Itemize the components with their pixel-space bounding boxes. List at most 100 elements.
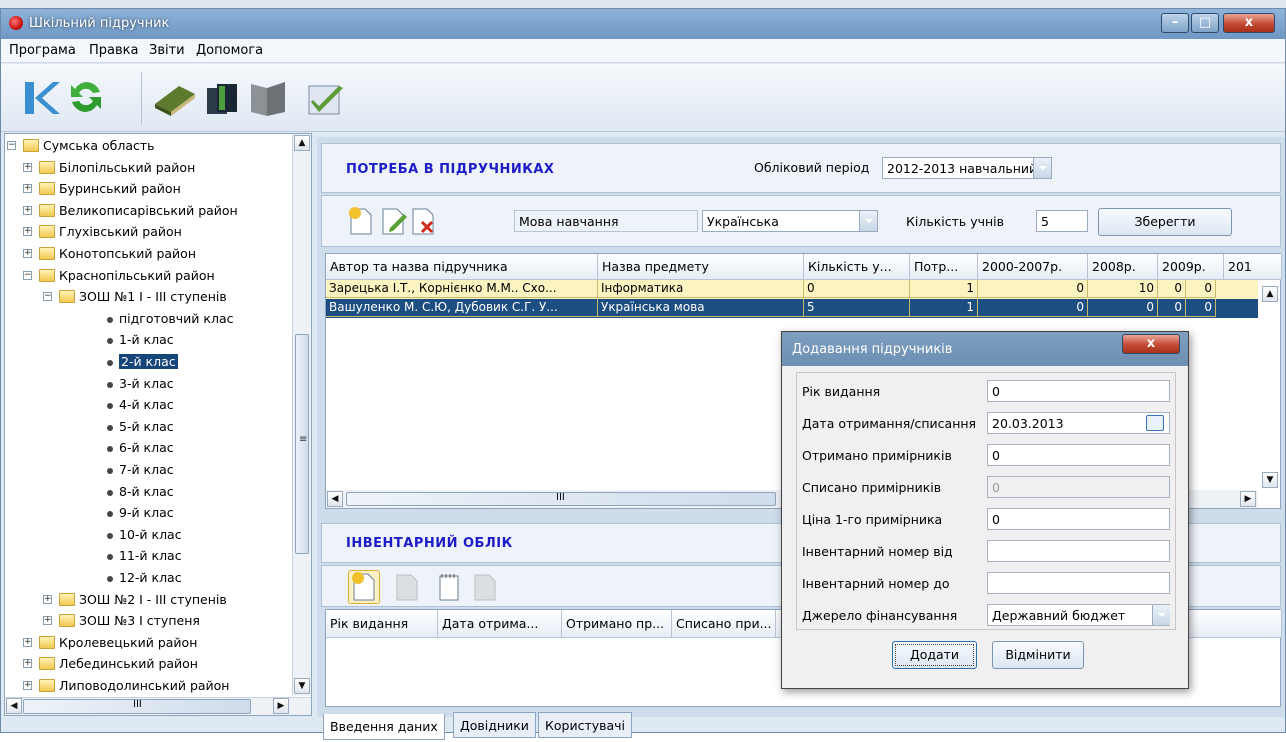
- scroll-up-icon[interactable]: ▲: [294, 135, 310, 151]
- new-doc-icon[interactable]: [348, 570, 380, 604]
- grid-column-header[interactable]: 2000-2007р.: [978, 254, 1088, 280]
- tree-class[interactable]: 7-й клас: [119, 462, 174, 477]
- grid-vscrollbar[interactable]: ▲ ▼: [1260, 280, 1280, 508]
- tree-class-selected[interactable]: 2-й клас: [119, 354, 178, 369]
- period-select[interactable]: 2012-2013 навчальний рік: [882, 157, 1052, 179]
- scroll-left-icon[interactable]: ◀: [6, 698, 22, 714]
- calendar-icon[interactable]: [1146, 415, 1164, 431]
- inv-from-input[interactable]: [987, 540, 1170, 562]
- tree-district[interactable]: Конотопський район: [59, 246, 196, 261]
- tree-school[interactable]: ЗОШ №3 І ступеня: [79, 613, 200, 628]
- collapse-icon[interactable]: −: [7, 141, 16, 150]
- funding-select[interactable]: Державний бюджет: [987, 604, 1170, 626]
- tree-root[interactable]: Сумська область: [43, 138, 155, 153]
- refresh-icon[interactable]: [65, 76, 107, 118]
- delete-doc-icon[interactable]: [472, 572, 498, 602]
- delete-doc-icon[interactable]: [410, 206, 438, 236]
- tree-class[interactable]: 8-й клас: [119, 484, 174, 499]
- tree-class[interactable]: 4-й клас: [119, 397, 174, 412]
- tree-district[interactable]: Кролевецький район: [59, 635, 197, 650]
- menu-program[interactable]: Програма: [9, 43, 76, 58]
- checklist-icon[interactable]: [305, 80, 351, 120]
- menu-reports[interactable]: Звіти: [149, 43, 185, 58]
- tree-district[interactable]: Лебединський район: [59, 656, 198, 671]
- menu-edit[interactable]: Правка: [89, 43, 138, 58]
- notebook-icon[interactable]: [436, 572, 462, 602]
- expand-icon[interactable]: +: [43, 595, 52, 604]
- tree-class[interactable]: 9-й клас: [119, 505, 174, 520]
- tab-data-entry[interactable]: Введення даних: [323, 714, 445, 740]
- tree-district[interactable]: Буринський район: [59, 181, 181, 196]
- grid-column-header[interactable]: Назва предмету: [598, 254, 804, 280]
- expand-icon[interactable]: +: [23, 184, 32, 193]
- tab-users[interactable]: Користувачі: [538, 712, 633, 738]
- close-button[interactable]: x: [1223, 13, 1275, 33]
- tree-school[interactable]: ЗОШ №2 І - ІІІ ступенів: [79, 592, 227, 607]
- add-button[interactable]: Додати: [892, 641, 977, 669]
- expand-icon[interactable]: +: [23, 163, 32, 172]
- menu-help[interactable]: Допомога: [196, 43, 263, 58]
- maximize-button[interactable]: □: [1191, 13, 1219, 33]
- scroll-up-icon[interactable]: ▲: [1262, 286, 1278, 302]
- chevron-down-icon[interactable]: [859, 211, 877, 231]
- minimize-button[interactable]: –: [1161, 13, 1189, 33]
- scroll-down-icon[interactable]: ▼: [294, 678, 310, 694]
- tree-district[interactable]: Великописарівський район: [59, 203, 238, 218]
- collapse-icon[interactable]: −: [43, 292, 52, 301]
- tree-class[interactable]: 5-й клас: [119, 419, 174, 434]
- tree-class[interactable]: 12-й клас: [119, 570, 182, 585]
- edit-doc-icon[interactable]: [380, 206, 408, 236]
- expand-icon[interactable]: +: [23, 206, 32, 215]
- lang-select[interactable]: Українська: [702, 210, 878, 232]
- received-input[interactable]: 0: [987, 444, 1170, 466]
- grid-column-header[interactable]: Кількість у...: [804, 254, 910, 280]
- tree-hscrollbar[interactable]: ◀ III ▶: [5, 697, 311, 715]
- tree-class[interactable]: 6-й клас: [119, 440, 174, 455]
- scroll-down-icon[interactable]: ▼: [1262, 472, 1278, 488]
- book-icon[interactable]: [153, 78, 197, 118]
- expand-icon[interactable]: +: [23, 659, 32, 668]
- chevron-down-icon[interactable]: [1152, 605, 1170, 625]
- date-input[interactable]: 20.03.2013: [987, 412, 1170, 434]
- collapse-icon[interactable]: −: [23, 271, 32, 280]
- grid-column-header[interactable]: 2008р.: [1088, 254, 1158, 280]
- grid-column-header[interactable]: Дата отрима...: [438, 610, 562, 638]
- scroll-right-icon[interactable]: ▶: [1240, 491, 1256, 507]
- cancel-button[interactable]: Відмінити: [992, 641, 1084, 669]
- tree-district[interactable]: Краснопільський район: [59, 268, 215, 283]
- chevron-down-icon[interactable]: [1033, 158, 1051, 178]
- grid-column-header[interactable]: Автор та назва підручника: [326, 254, 598, 280]
- tree-class[interactable]: 10-й клас: [119, 527, 182, 542]
- tree-class[interactable]: підготовчий клас: [119, 311, 233, 326]
- tree-school[interactable]: ЗОШ №1 І - ІІІ ступенів: [79, 289, 227, 304]
- tree-class[interactable]: 1-й клас: [119, 332, 174, 347]
- books-stack-icon[interactable]: [201, 78, 241, 118]
- price-input[interactable]: 0: [987, 508, 1170, 530]
- scroll-left-icon[interactable]: ◀: [327, 491, 343, 507]
- scroll-right-icon[interactable]: ▶: [273, 698, 289, 714]
- year-input[interactable]: 0: [987, 380, 1170, 402]
- expand-icon[interactable]: +: [43, 616, 52, 625]
- tree-district[interactable]: Глухівський район: [59, 224, 182, 239]
- tree-vscrollbar[interactable]: ▲ ≡ ▼: [292, 134, 311, 696]
- tree-district[interactable]: Білопільський район: [59, 160, 195, 175]
- grid-column-header[interactable]: Потр...: [910, 254, 978, 280]
- expand-icon[interactable]: +: [23, 249, 32, 258]
- students-input[interactable]: 5: [1036, 210, 1088, 232]
- k-logo-icon[interactable]: [21, 78, 61, 118]
- grid-column-header[interactable]: 2009р.: [1158, 254, 1224, 280]
- grid-column-header[interactable]: Отримано пр...: [562, 610, 672, 638]
- dialog-close-button[interactable]: x: [1122, 334, 1180, 354]
- inv-to-input[interactable]: [987, 572, 1170, 594]
- grid-column-header[interactable]: Списано при...: [672, 610, 776, 638]
- save-button[interactable]: Зберегти: [1098, 208, 1232, 236]
- edit-doc-icon[interactable]: [394, 572, 420, 602]
- new-doc-icon[interactable]: [348, 206, 374, 236]
- gray-book-icon[interactable]: [245, 76, 295, 120]
- tree-class[interactable]: 11-й клас: [119, 548, 182, 563]
- tree-district[interactable]: Липоводолинський район: [59, 678, 229, 693]
- grid-column-header[interactable]: 201: [1224, 254, 1282, 280]
- expand-icon[interactable]: +: [23, 227, 32, 236]
- tab-references[interactable]: Довідники: [453, 712, 536, 738]
- grid-column-header[interactable]: Рік видання: [326, 610, 438, 638]
